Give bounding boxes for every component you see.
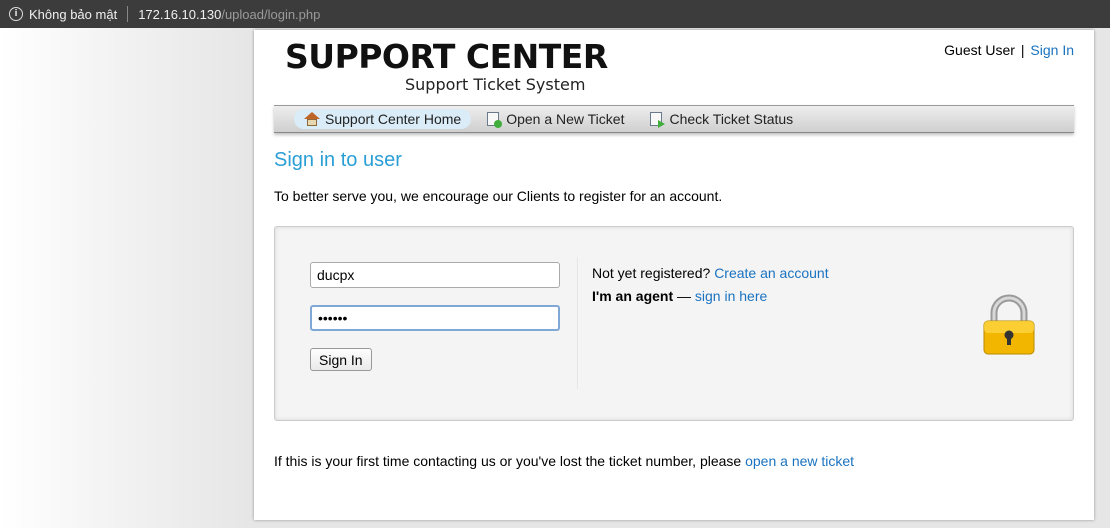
register-info: Not yet registered? Create an account I'… [592, 262, 829, 308]
agent-sign-in-link[interactable]: sign in here [695, 288, 767, 304]
login-divider [577, 257, 579, 389]
agent-dash: — [677, 288, 692, 304]
username-input[interactable] [310, 262, 560, 288]
nav-item-home[interactable]: Support Center Home [294, 109, 472, 129]
logo[interactable]: SUPPORT CENTER Support Ticket System [285, 37, 608, 95]
url-path: /upload/login.php [221, 6, 321, 22]
footer-text: If this is your first time contacting us… [274, 453, 854, 469]
password-input[interactable] [310, 305, 560, 331]
url-field[interactable]: 172.16.10.130/upload/login.php [138, 7, 320, 22]
footer-message: If this is your first time contacting us… [274, 453, 742, 469]
open-new-ticket-link[interactable]: open a new ticket [745, 453, 854, 469]
login-box: Sign In Not yet registered? Create an ac… [274, 226, 1074, 421]
not-registered-text: Not yet registered? [592, 265, 711, 281]
nav-item-check-status[interactable]: Check Ticket Status [640, 109, 803, 129]
create-account-link[interactable]: Create an account [714, 265, 828, 281]
nav-item-label: Support Center Home [325, 111, 462, 127]
address-divider [127, 6, 129, 22]
logo-subtitle: Support Ticket System [405, 75, 586, 94]
page-container: SUPPORT CENTER Support Ticket System Gue… [254, 30, 1094, 520]
browser-address-bar[interactable]: i Không bảo mật 172.16.10.130/upload/log… [0, 0, 1110, 28]
nav-item-label: Check Ticket Status [669, 111, 794, 127]
agent-text: I'm an agent [592, 288, 674, 304]
page-title: Sign in to user [274, 149, 402, 171]
info-icon[interactable]: i [9, 7, 23, 21]
home-icon [304, 112, 320, 126]
main-nav: Support Center Home Open a New Ticket Ch… [274, 105, 1074, 133]
sign-in-link[interactable]: Sign In [1030, 42, 1074, 58]
user-bar: Guest User | Sign In [944, 42, 1074, 58]
userbar-separator: | [1020, 42, 1025, 58]
nav-item-new-ticket[interactable]: Open a New Ticket [477, 109, 634, 129]
ticket-status-icon [650, 112, 666, 128]
intro-text: To better serve you, we encourage our Cl… [274, 188, 723, 204]
nav-item-label: Open a New Ticket [506, 111, 625, 127]
url-host: 172.16.10.130 [138, 6, 222, 22]
guest-user-label: Guest User [944, 42, 1015, 58]
sign-in-button[interactable]: Sign In [310, 348, 372, 371]
lock-icon [983, 294, 1035, 355]
security-label[interactable]: Không bảo mật [29, 7, 117, 22]
new-ticket-icon [487, 112, 503, 128]
logo-title: SUPPORT CENTER [285, 37, 608, 76]
